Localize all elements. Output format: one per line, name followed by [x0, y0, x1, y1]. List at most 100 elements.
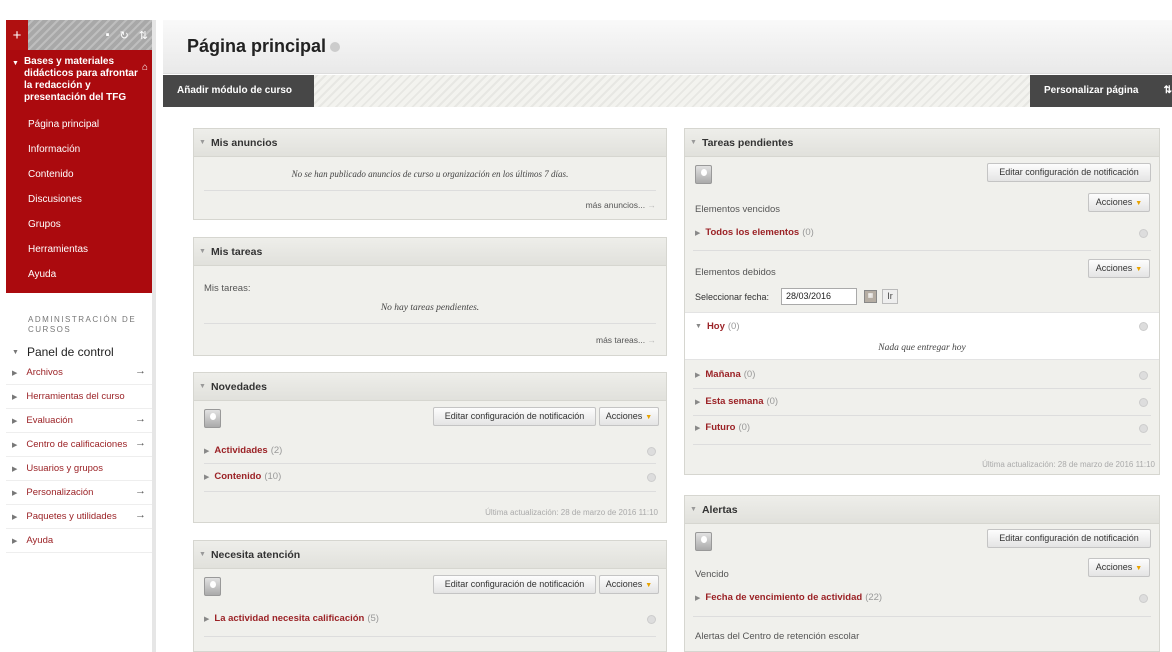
- admin-heading: ADMINISTRACIÓN DE CURSOS: [28, 315, 137, 334]
- avatar: [204, 577, 221, 596]
- sort-icon[interactable]: ⇅: [139, 29, 148, 42]
- actions-menu-button[interactable]: Acciones ▼: [1088, 193, 1150, 212]
- actions-menu-button[interactable]: Acciones ▼: [1088, 259, 1150, 278]
- actions-menu-button[interactable]: Acciones ▼: [1088, 558, 1150, 577]
- control-panel-item[interactable]: ▶ Usuarios y grupos: [6, 457, 152, 481]
- list-item[interactable]: ▶ La actividad necesita calificación (5): [204, 613, 379, 624]
- module-header[interactable]: ▼ Alertas: [685, 496, 1159, 524]
- sidebar-item-contenido[interactable]: Contenido: [6, 162, 152, 187]
- page-options-chevron-icon[interactable]: [330, 42, 341, 53]
- collapse-triangle-icon: ▼: [690, 139, 697, 146]
- refresh-icon[interactable]: ↻: [120, 29, 129, 42]
- list-item[interactable]: ▶ Actividades (2): [204, 445, 282, 456]
- item-options-icon[interactable]: [1139, 229, 1148, 238]
- sidebar-item-herramientas[interactable]: Herramientas: [6, 237, 152, 262]
- course-title[interactable]: ▼ Bases y materiales didácticos para afr…: [6, 50, 152, 104]
- overdue-items-label: Elementos vencidos: [695, 204, 781, 215]
- control-panel-item[interactable]: ▶ Evaluación →: [6, 409, 152, 433]
- item-options-icon[interactable]: [647, 615, 656, 624]
- add-menu-item-button[interactable]: +: [6, 20, 28, 50]
- control-panel-item[interactable]: ▶ Personalización →: [6, 481, 152, 505]
- empty-message: No se han publicado anuncios de curso u …: [291, 169, 569, 179]
- divider: [693, 388, 1151, 389]
- more-announcements-link[interactable]: más anuncios... →: [586, 200, 656, 210]
- actions-menu-button[interactable]: Acciones ▼: [599, 575, 659, 594]
- date-field[interactable]: 28/03/2016: [781, 288, 857, 305]
- edit-notification-settings-button[interactable]: Editar configuración de notificación: [987, 529, 1151, 548]
- action-bar: Añadir módulo de curso Personalizar pági…: [163, 75, 1172, 107]
- control-panel-item[interactable]: ▶ Ayuda: [6, 529, 152, 553]
- item-options-icon[interactable]: [1139, 371, 1148, 380]
- control-panel-item[interactable]: ▶ Paquetes y utilidades →: [6, 505, 152, 529]
- arrow-right-icon: →: [647, 200, 657, 210]
- control-panel-heading[interactable]: ▼ Panel de control: [6, 343, 152, 361]
- expand-triangle-icon: ▶: [12, 513, 18, 521]
- item-options-icon[interactable]: [647, 447, 656, 456]
- arrow-right-icon: →: [135, 413, 146, 425]
- item-options-icon[interactable]: [1139, 424, 1148, 433]
- expand-triangle-icon: ▶: [695, 229, 701, 237]
- avatar: [695, 165, 712, 184]
- module-mis-tareas: ▼ Mis tareas Mis tareas: No hay tareas p…: [193, 237, 667, 356]
- item-options-icon[interactable]: [1139, 398, 1148, 407]
- empty-message: Nada que entregar hoy: [878, 343, 966, 353]
- item-options-icon[interactable]: [1139, 594, 1148, 603]
- list-item[interactable]: ▶ Futuro (0): [695, 422, 750, 433]
- sidebar-item-grupos[interactable]: Grupos: [6, 212, 152, 237]
- folder-view-icon[interactable]: ▪: [106, 29, 110, 41]
- expand-triangle-icon: ▶: [204, 447, 210, 455]
- list-item[interactable]: ▶ Fecha de vencimiento de actividad (22): [695, 592, 882, 603]
- go-button[interactable]: Ir: [882, 289, 898, 304]
- list-item[interactable]: ▶ Todos los elementos (0): [695, 227, 814, 238]
- more-tasks-link[interactable]: más tareas... →: [596, 335, 656, 345]
- page-header: Página principal: [163, 20, 1172, 74]
- module-header[interactable]: ▼ Mis anuncios: [194, 129, 666, 157]
- divider: [204, 323, 656, 324]
- item-options-icon[interactable]: [647, 473, 656, 482]
- actions-menu-button[interactable]: Acciones ▼: [599, 407, 659, 426]
- expand-triangle-icon: ▶: [12, 369, 18, 377]
- module-tareas-pendientes: ▼ Tareas pendientes Editar configuración…: [684, 128, 1160, 475]
- sidebar-item-ayuda[interactable]: Ayuda: [6, 262, 152, 287]
- collapse-triangle-icon: ▼: [695, 323, 702, 330]
- module-header[interactable]: ▼ Novedades: [194, 373, 666, 401]
- divider: [693, 616, 1151, 617]
- expand-triangle-icon: ▶: [12, 417, 18, 425]
- collapse-triangle-icon: ▼: [199, 248, 206, 255]
- expand-triangle-icon: ▶: [204, 615, 210, 623]
- collapse-triangle-icon: ▼: [199, 551, 206, 558]
- list-item[interactable]: ▶ Mañana (0): [695, 369, 755, 380]
- item-options-icon[interactable]: [1139, 322, 1148, 331]
- sort-icon[interactable]: ⇅: [1164, 75, 1172, 107]
- expand-triangle-icon: ▶: [12, 393, 18, 401]
- chevron-down-icon: ▼: [645, 582, 653, 589]
- control-panel-item[interactable]: ▶ Herramientas del curso: [6, 385, 152, 409]
- add-course-module-button[interactable]: Añadir módulo de curso: [163, 75, 314, 107]
- arrow-right-icon: →: [135, 509, 146, 521]
- collapse-triangle-icon: ▼: [12, 348, 19, 356]
- list-item[interactable]: ▶ Esta semana (0): [695, 396, 778, 407]
- sidebar-item-pagina-principal[interactable]: Página principal: [6, 112, 152, 137]
- calendar-icon[interactable]: ▦: [864, 290, 877, 303]
- last-updated: Última actualización: 28 de marzo de 201…: [982, 460, 1155, 469]
- edit-notification-settings-button[interactable]: Editar configuración de notificación: [433, 575, 596, 594]
- divider: [204, 463, 656, 464]
- module-header[interactable]: ▼ Tareas pendientes: [685, 129, 1159, 157]
- tasks-label: Mis tareas:: [204, 283, 251, 294]
- divider: [693, 444, 1151, 445]
- sidebar-item-discusiones[interactable]: Discusiones: [6, 187, 152, 212]
- page-title: Página principal: [187, 36, 341, 57]
- personalize-page-button[interactable]: Personalizar página ⇅: [1030, 75, 1172, 107]
- list-item[interactable]: ▶ Contenido (10): [204, 471, 281, 482]
- sidebar-item-informacion[interactable]: Información: [6, 137, 152, 162]
- collapse-triangle-icon: ▼: [690, 506, 697, 513]
- expand-triangle-icon: ▶: [12, 537, 18, 545]
- module-header[interactable]: ▼ Mis tareas: [194, 238, 666, 266]
- today-panel: ▼ Hoy (0) Nada que entregar hoy: [685, 312, 1159, 360]
- edit-notification-settings-button[interactable]: Editar configuración de notificación: [433, 407, 596, 426]
- edit-notification-settings-button[interactable]: Editar configuración de notificación: [987, 163, 1151, 182]
- module-header[interactable]: ▼ Necesita atención: [194, 541, 666, 569]
- control-panel-item[interactable]: ▶ Archivos →: [6, 361, 152, 385]
- control-panel-item[interactable]: ▶ Centro de calificaciones →: [6, 433, 152, 457]
- list-item[interactable]: ▼ Hoy (0): [695, 321, 740, 332]
